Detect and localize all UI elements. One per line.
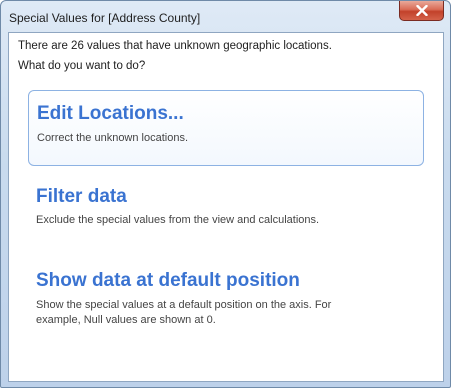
message-line-2: What do you want to do? xyxy=(18,60,146,72)
dialog-message: There are 26 values that have unknown ge… xyxy=(18,36,332,76)
option-description: Exclude the special values from the view… xyxy=(36,214,320,226)
option-title: Edit Locations... xyxy=(37,103,184,124)
option-description: Correct the unknown locations. xyxy=(37,132,189,144)
window-title: Special Values for [Address County] xyxy=(9,11,201,25)
option-description-line-2: example, Null values are shown at 0. xyxy=(36,314,216,326)
option-title: Show data at default position xyxy=(36,270,300,291)
message-line-1: There are 26 values that have unknown ge… xyxy=(18,40,332,52)
close-button[interactable] xyxy=(399,1,444,21)
option-title: Filter data xyxy=(36,186,127,207)
title-bar: Special Values for [Address County] xyxy=(1,1,450,31)
option-description-line-1: Show the special values at a default pos… xyxy=(36,299,332,311)
option-filter-data[interactable]: Filter data Exclude the special values f… xyxy=(28,182,424,242)
close-icon xyxy=(400,1,443,20)
dialog-window: Special Values for [Address County] Ther… xyxy=(0,0,451,388)
option-edit-locations[interactable]: Edit Locations... Correct the unknown lo… xyxy=(28,90,424,166)
option-show-default-position[interactable]: Show data at default position Show the s… xyxy=(28,264,424,340)
